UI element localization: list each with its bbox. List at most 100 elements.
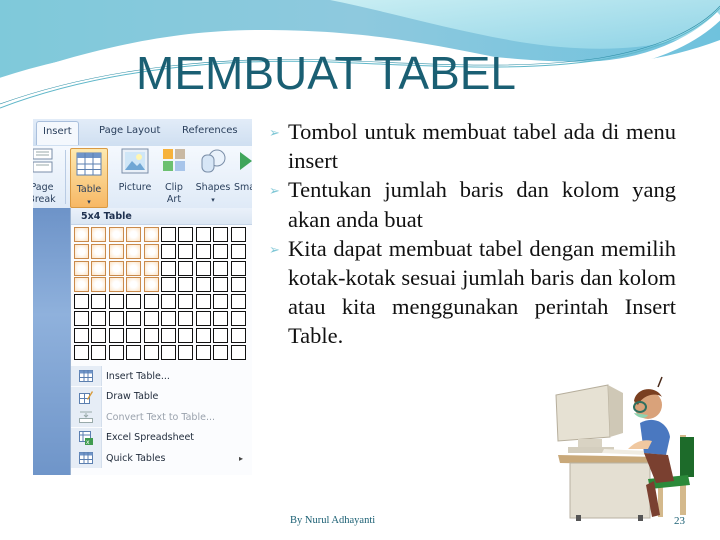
grid-cell[interactable] — [161, 277, 176, 293]
menu-item-excel-spreadsheet[interactable]: x Excel Spreadsheet — [71, 427, 252, 449]
grid-cell[interactable] — [213, 311, 229, 326]
grid-cell[interactable] — [230, 227, 246, 242]
grid-cell[interactable] — [161, 311, 176, 326]
grid-cell[interactable] — [230, 344, 246, 360]
grid-cell[interactable] — [178, 260, 194, 276]
table-button[interactable]: Table ▾ — [70, 148, 108, 208]
grid-cell[interactable] — [230, 327, 246, 343]
grid-cell[interactable] — [213, 277, 229, 293]
grid-cell[interactable] — [108, 311, 124, 326]
grid-cell[interactable] — [178, 294, 194, 310]
grid-cell[interactable] — [195, 243, 211, 259]
grid-cell[interactable] — [91, 327, 107, 343]
grid-cell[interactable] — [178, 227, 194, 242]
tab-insert[interactable]: Insert — [36, 121, 79, 145]
shapes-button[interactable]: Shapes ▾ — [195, 148, 231, 206]
menu-item-quick-tables[interactable]: Quick Tables ▸ — [71, 448, 252, 469]
grid-cell[interactable] — [143, 327, 159, 343]
grid-cell[interactable] — [143, 243, 159, 259]
grid-cell[interactable] — [126, 327, 142, 343]
smartart-button[interactable]: Sma — [234, 148, 252, 194]
menu-item-label: Insert Table... — [106, 370, 170, 382]
grid-cell[interactable] — [126, 294, 142, 310]
grid-cell[interactable] — [178, 311, 194, 326]
grid-cell[interactable] — [161, 260, 176, 276]
menu-item-convert-text-to-table[interactable]: Convert Text to Table... — [71, 407, 252, 428]
menu-item-draw-table[interactable]: Draw Table — [71, 386, 252, 408]
grid-cell[interactable] — [230, 311, 246, 326]
grid-cell[interactable] — [74, 327, 89, 343]
grid-cell[interactable] — [108, 327, 124, 343]
grid-cell[interactable] — [195, 327, 211, 343]
grid-cell[interactable] — [143, 311, 159, 326]
footer-author: By Nurul Adhayanti — [290, 515, 376, 526]
grid-cell[interactable] — [108, 277, 124, 293]
grid-cell[interactable] — [178, 344, 194, 360]
grid-cell[interactable] — [161, 227, 176, 242]
grid-cell[interactable] — [91, 227, 107, 242]
page-break-button[interactable]: Page Break — [33, 148, 57, 206]
grid-cell[interactable] — [143, 344, 159, 360]
grid-cell[interactable] — [74, 344, 89, 360]
grid-cell[interactable] — [213, 327, 229, 343]
grid-cell[interactable] — [195, 277, 211, 293]
grid-cell[interactable] — [108, 227, 124, 242]
page-break-label-1: Page — [33, 182, 54, 193]
grid-cell[interactable] — [91, 260, 107, 276]
tab-references[interactable]: References — [182, 125, 238, 136]
grid-cell[interactable] — [178, 243, 194, 259]
grid-cell[interactable] — [195, 344, 211, 360]
grid-cell[interactable] — [91, 344, 107, 360]
grid-cell[interactable] — [74, 260, 89, 276]
grid-cell[interactable] — [213, 243, 229, 259]
grid-cell[interactable] — [230, 277, 246, 293]
grid-cell[interactable] — [161, 243, 176, 259]
grid-cell[interactable] — [230, 243, 246, 259]
menu-item-label: Draw Table — [106, 391, 159, 403]
excel-spreadsheet-icon: x — [79, 430, 93, 445]
grid-cell[interactable] — [108, 344, 124, 360]
grid-cell[interactable] — [74, 243, 89, 259]
grid-cell[interactable] — [74, 311, 89, 326]
grid-cell[interactable] — [161, 327, 176, 343]
grid-cell[interactable] — [161, 294, 176, 310]
grid-cell[interactable] — [195, 311, 211, 326]
tab-page-layout[interactable]: Page Layout — [99, 125, 160, 136]
grid-cell[interactable] — [161, 344, 176, 360]
grid-cell[interactable] — [230, 294, 246, 310]
grid-cell[interactable] — [213, 260, 229, 276]
grid-cell[interactable] — [74, 294, 89, 310]
picture-button[interactable]: Picture — [117, 148, 153, 194]
grid-cell[interactable] — [213, 294, 229, 310]
grid-cell[interactable] — [74, 277, 89, 293]
grid-cell[interactable] — [143, 227, 159, 242]
grid-cell[interactable] — [126, 243, 142, 259]
grid-cell[interactable] — [126, 227, 142, 242]
grid-cell[interactable] — [126, 311, 142, 326]
grid-cell[interactable] — [143, 294, 159, 310]
menu-item-insert-table[interactable]: Insert Table... — [71, 366, 252, 387]
menu-item-label: Convert Text to Table... — [106, 411, 215, 423]
grid-cell[interactable] — [126, 277, 142, 293]
grid-cell[interactable] — [91, 277, 107, 293]
clip-art-button[interactable]: Clip Art — [161, 148, 187, 206]
grid-cell[interactable] — [91, 243, 107, 259]
grid-cell[interactable] — [178, 277, 194, 293]
grid-cell[interactable] — [126, 260, 142, 276]
grid-cell[interactable] — [143, 260, 159, 276]
grid-cell[interactable] — [195, 260, 211, 276]
grid-cell[interactable] — [108, 294, 124, 310]
grid-cell[interactable] — [143, 277, 159, 293]
grid-cell[interactable] — [108, 243, 124, 259]
grid-cell[interactable] — [178, 327, 194, 343]
grid-cell[interactable] — [213, 344, 229, 360]
grid-cell[interactable] — [74, 227, 89, 242]
grid-cell[interactable] — [213, 227, 229, 242]
grid-cell[interactable] — [195, 227, 211, 242]
grid-cell[interactable] — [126, 344, 142, 360]
grid-cell[interactable] — [91, 311, 107, 326]
grid-cell[interactable] — [195, 294, 211, 310]
grid-cell[interactable] — [108, 260, 124, 276]
grid-cell[interactable] — [230, 260, 246, 276]
grid-cell[interactable] — [91, 294, 107, 310]
